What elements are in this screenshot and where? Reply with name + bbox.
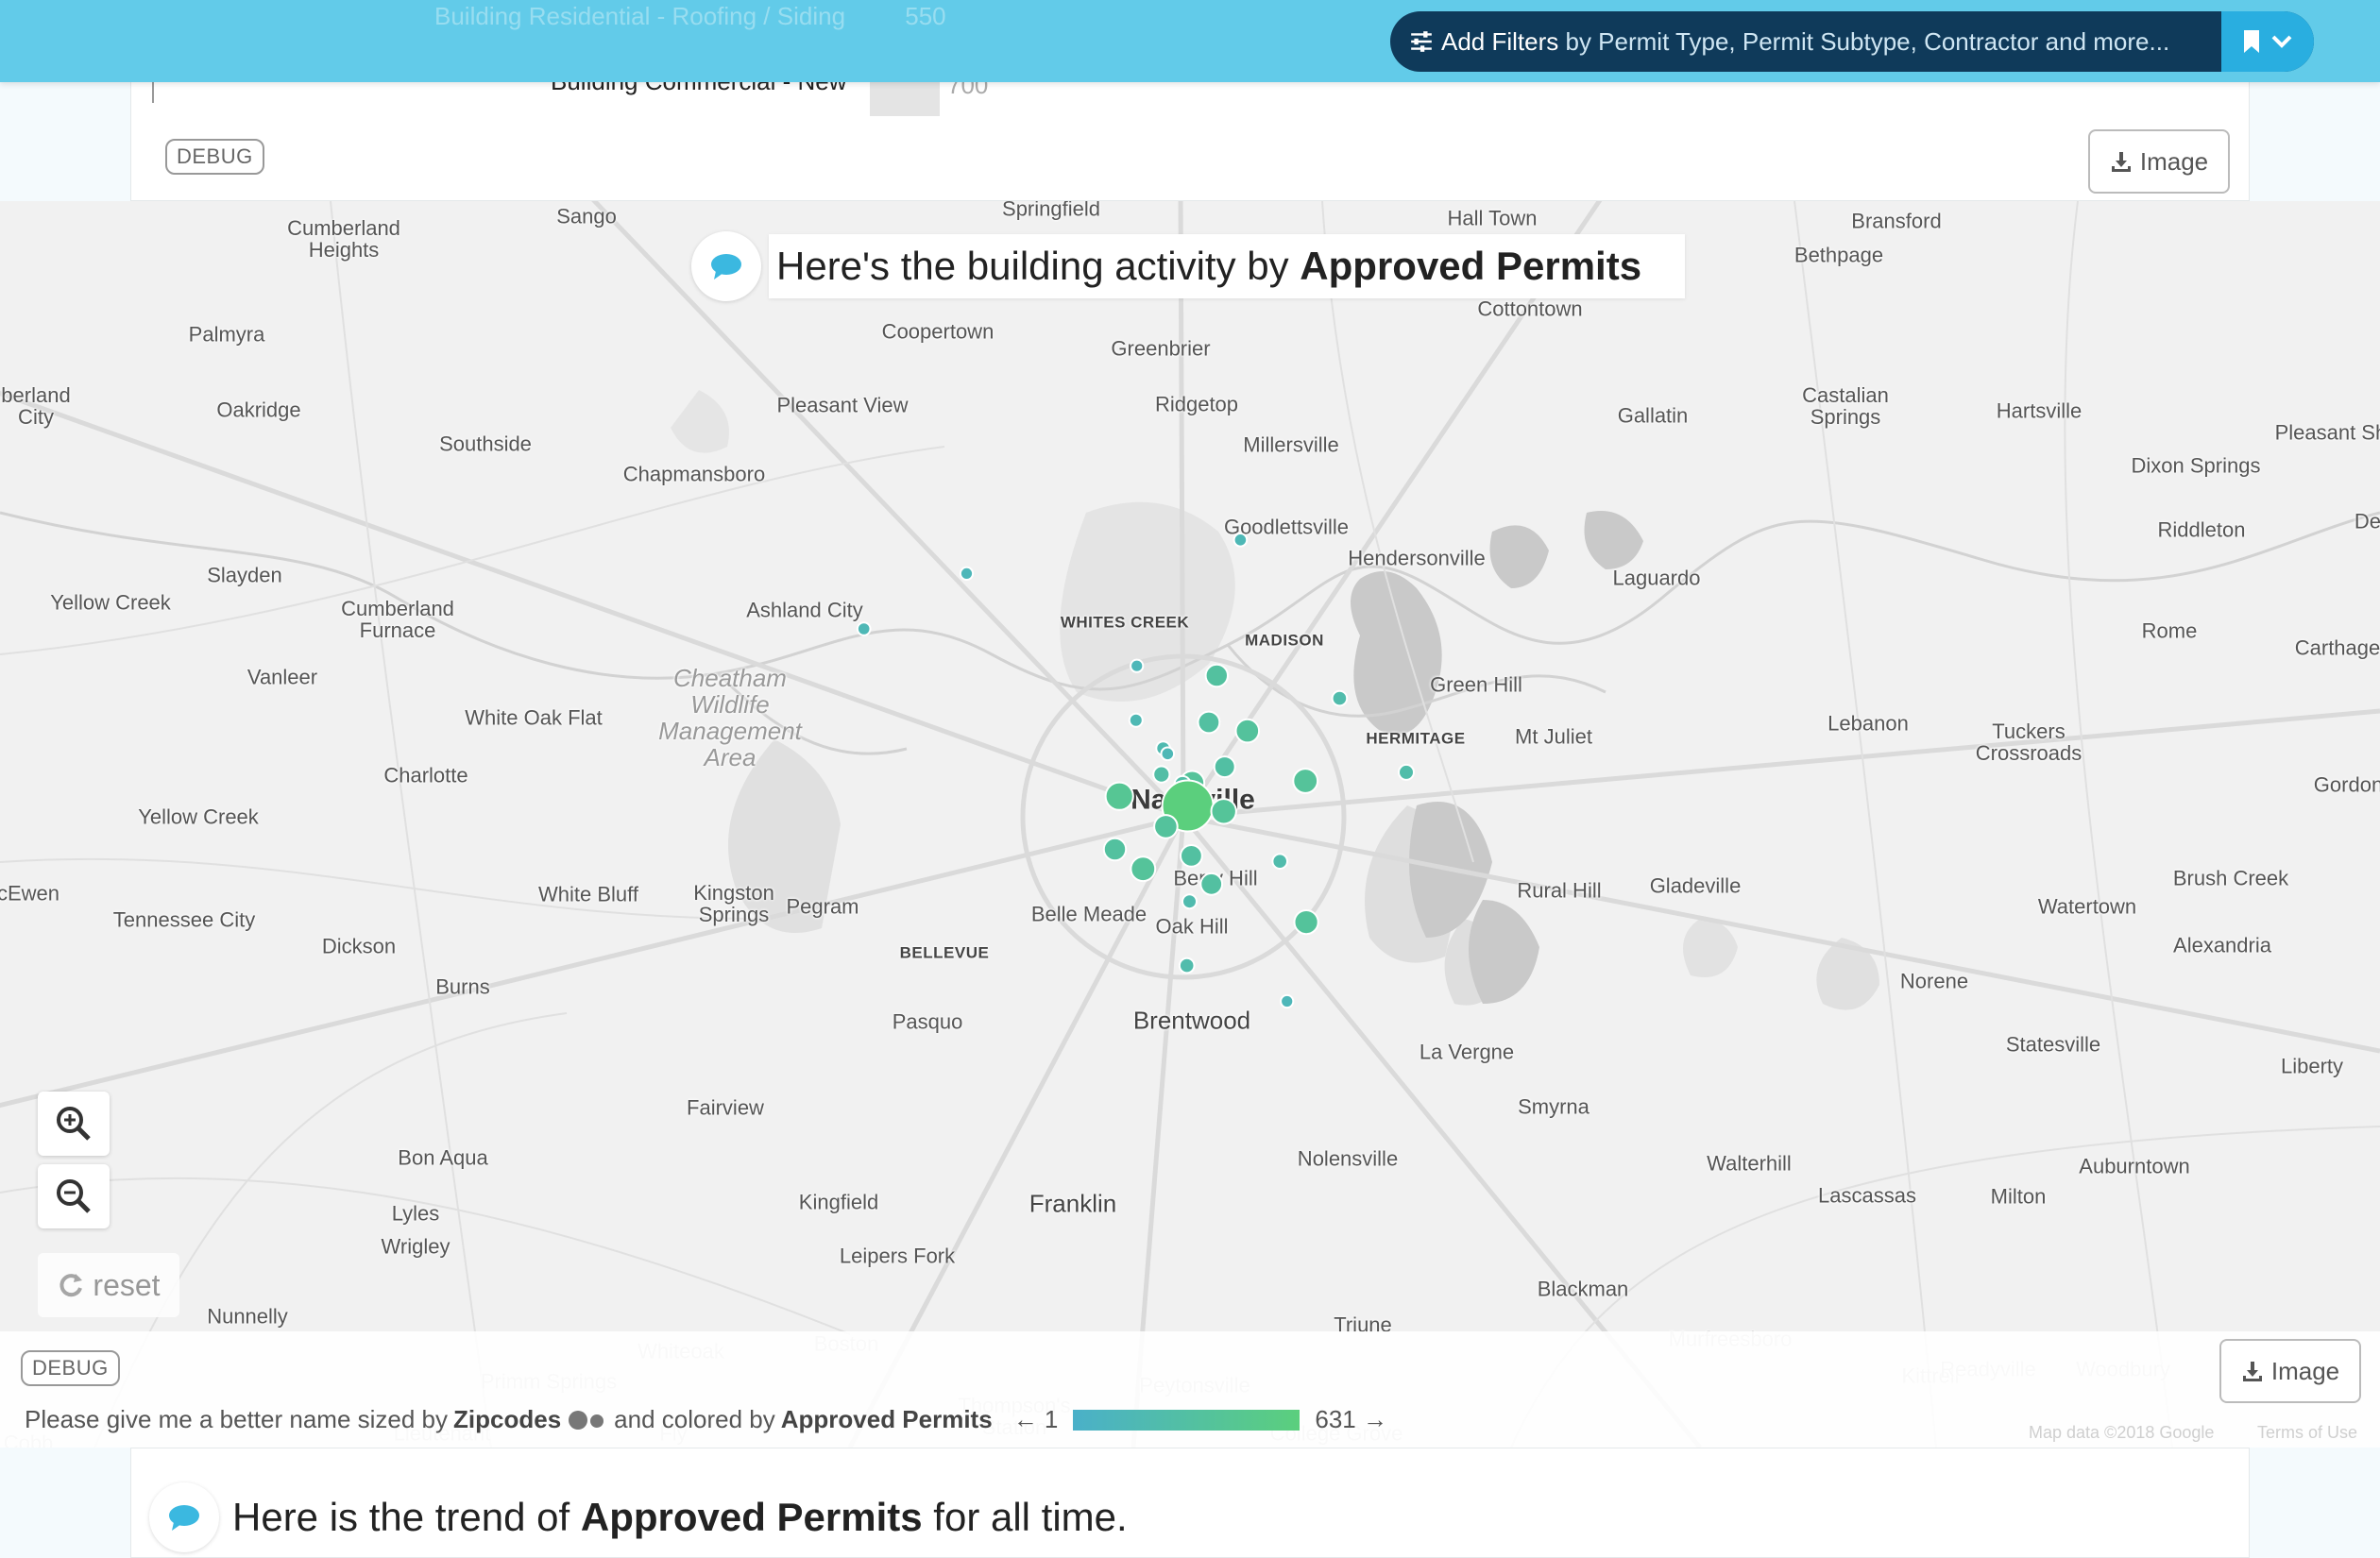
sliders-icon xyxy=(1411,31,1432,52)
image-download-button-top[interactable]: Image xyxy=(2088,129,2230,194)
permit-point[interactable] xyxy=(1293,909,1319,936)
image-label: Image xyxy=(2270,1356,2340,1385)
ghost-bar-label: Building Residential - Roofing / Siding xyxy=(434,2,846,30)
permit-point[interactable] xyxy=(1271,853,1288,871)
zoom-out-icon xyxy=(57,1179,91,1213)
chat-bubble xyxy=(149,1482,219,1552)
bookmark-icon xyxy=(2244,30,2259,53)
trend-prefix: Here is the trend of xyxy=(232,1495,581,1539)
permit-point[interactable] xyxy=(1130,658,1145,673)
chat-bubble-icon xyxy=(711,254,741,279)
permit-point[interactable] xyxy=(1104,781,1134,811)
map-canvas[interactable]: Sango Springfield Hall Town Bransford Cumber… xyxy=(0,201,2380,1448)
callout-text: Here's the building activity by Approved… xyxy=(769,234,1686,298)
permit-point[interactable] xyxy=(1280,993,1295,1009)
permit-point[interactable] xyxy=(1331,689,1349,707)
legend-size-field: Zipcodes xyxy=(453,1405,562,1433)
image-label: Image xyxy=(2139,146,2209,176)
ghost-bar-row: Building Residential - Roofing / Siding … xyxy=(434,2,946,31)
permit-point[interactable] xyxy=(1234,718,1261,744)
permit-point[interactable] xyxy=(1130,855,1157,883)
legend-max: 631 → xyxy=(1315,1405,1387,1433)
callout-metric: Approved Permits xyxy=(1300,244,1642,288)
permit-point[interactable] xyxy=(1152,765,1171,784)
terms-link[interactable]: Terms of Use xyxy=(2257,1423,2357,1443)
callout-prefix: Here's the building activity by xyxy=(776,244,1300,288)
permit-point[interactable] xyxy=(1292,768,1319,794)
zoom-out-button[interactable] xyxy=(38,1164,110,1228)
map-legend: Please give me a better name sized by Zi… xyxy=(25,1405,1387,1434)
map-attribution: Map data ©2018 Google xyxy=(2029,1423,2215,1442)
add-filters-bar[interactable]: Add Filters by Permit Type, Permit Subty… xyxy=(1390,11,2314,72)
chat-bubble-icon xyxy=(169,1505,199,1531)
download-icon xyxy=(2242,1362,2262,1381)
axis-tick xyxy=(152,82,154,103)
permit-point[interactable] xyxy=(1210,798,1237,825)
permit-point[interactable] xyxy=(1213,755,1236,779)
permit-point[interactable] xyxy=(1128,712,1144,728)
refresh-icon xyxy=(60,1274,83,1297)
image-download-button-map[interactable]: Image xyxy=(2219,1339,2361,1403)
permit-point[interactable] xyxy=(856,621,872,636)
download-icon xyxy=(2111,152,2131,172)
legend-prefix: Please give me a better name sized by xyxy=(25,1405,449,1433)
chevron-down-icon xyxy=(2271,35,2292,48)
permit-point[interactable] xyxy=(1178,957,1196,974)
permit-point[interactable] xyxy=(1153,814,1179,839)
ghost-bar-value: 550 xyxy=(905,2,946,30)
reset-label: reset xyxy=(93,1267,161,1302)
chat-bubble xyxy=(691,231,761,301)
debug-button-map[interactable]: DEBUG xyxy=(21,1350,120,1386)
debug-button-top[interactable]: DEBUG xyxy=(165,139,264,175)
zoom-in-icon xyxy=(57,1107,91,1141)
permit-point[interactable] xyxy=(1160,746,1176,762)
permit-point[interactable] xyxy=(1232,533,1249,548)
legend-color-gradient xyxy=(1073,1409,1300,1431)
legend-min: ← 1 xyxy=(1012,1405,1059,1433)
permit-point[interactable] xyxy=(1398,763,1415,781)
trend-suffix: for all time. xyxy=(922,1495,1128,1539)
trend-header: Here is the trend of Approved Permits fo… xyxy=(149,1482,1128,1552)
trend-title: Here is the trend of Approved Permits fo… xyxy=(232,1495,1128,1540)
permit-point[interactable] xyxy=(1204,663,1230,688)
legend-middle: and colored by xyxy=(614,1405,775,1433)
add-filters-subtitle: by Permit Type, Permit Subtype, Contract… xyxy=(1565,26,2170,56)
map-callout: Here's the building activity by Approved… xyxy=(691,231,1686,301)
bookmark-menu-button[interactable] xyxy=(2221,11,2314,72)
permit-point[interactable] xyxy=(1199,872,1224,896)
permit-point[interactable] xyxy=(1180,844,1203,868)
zoom-in-button[interactable] xyxy=(38,1092,110,1156)
trend-metric: Approved Permits xyxy=(580,1495,923,1539)
add-filters-text[interactable]: Add Filters by Permit Type, Permit Subty… xyxy=(1441,27,2169,57)
permit-point[interactable] xyxy=(1102,837,1128,862)
permit-point[interactable] xyxy=(959,566,975,581)
size-legend-icon xyxy=(569,1410,604,1430)
permit-point[interactable] xyxy=(1182,893,1198,910)
reset-button[interactable]: reset xyxy=(38,1253,179,1317)
legend-color-field: Approved Permits xyxy=(780,1405,993,1433)
top-bar: Building Residential - Roofing / Siding … xyxy=(0,0,2380,82)
add-filters-title: Add Filters xyxy=(1441,26,1559,56)
permit-points-layer xyxy=(856,533,1415,1009)
permit-point[interactable] xyxy=(1197,710,1221,735)
